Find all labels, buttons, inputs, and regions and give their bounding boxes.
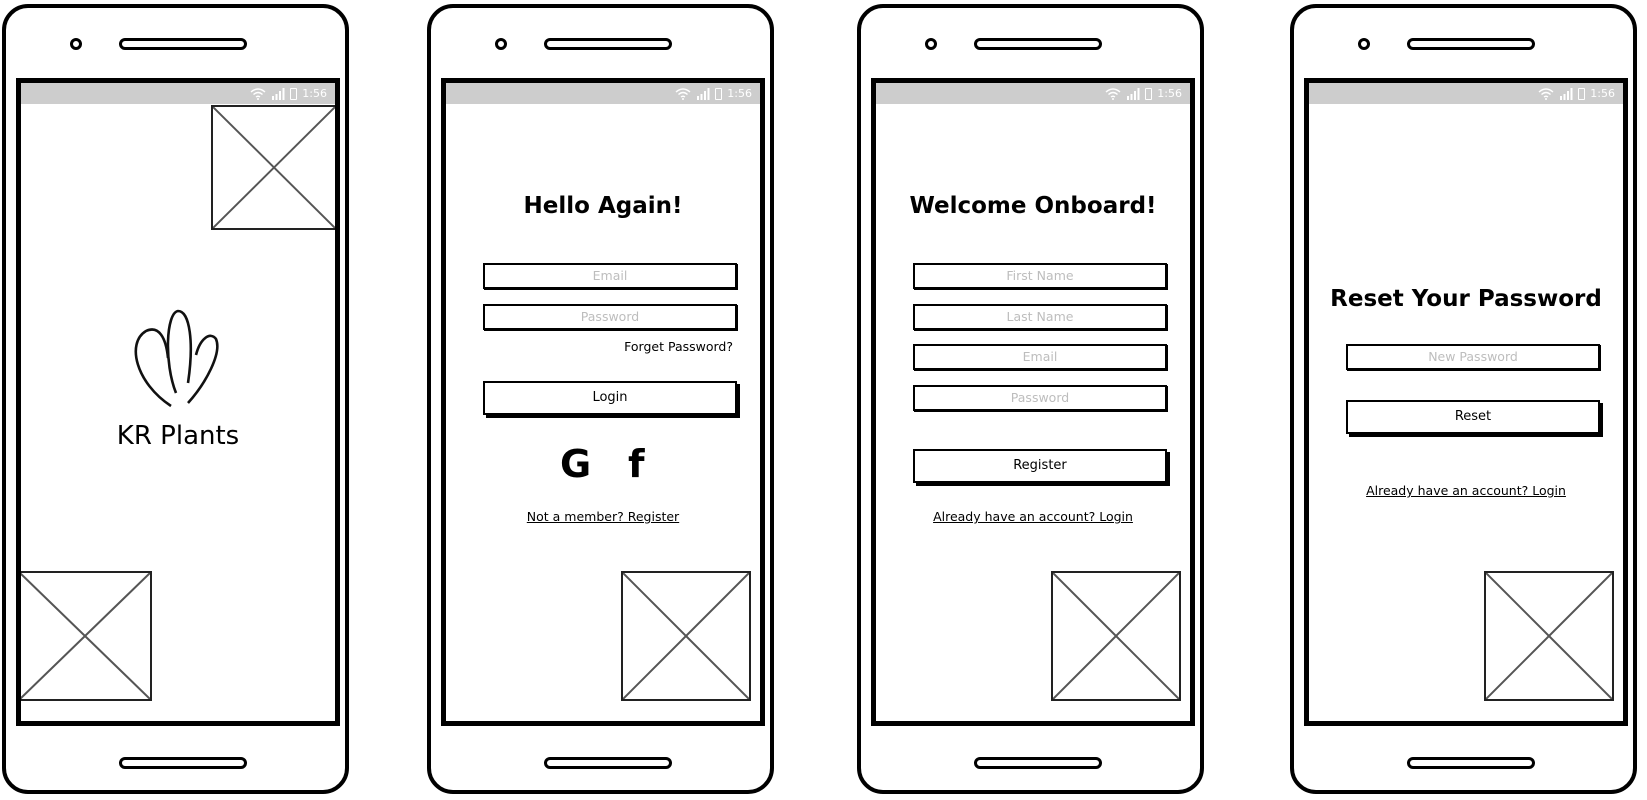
reset-button[interactable]: Reset — [1346, 400, 1600, 434]
speaker-top — [119, 38, 247, 50]
camera — [495, 38, 507, 50]
image-placeholder — [211, 105, 335, 230]
login-link[interactable]: Already have an account? Login — [876, 509, 1190, 524]
status-time: 1:56 — [1157, 87, 1182, 100]
phone-frame-register: 1:56 Welcome Onboard! First Name Last Na… — [857, 4, 1204, 794]
status-bar: 1:56 — [21, 83, 335, 104]
image-placeholder — [621, 571, 751, 701]
screen-splash: 1:56 KR Plants — [16, 78, 340, 726]
image-placeholder — [1051, 571, 1181, 701]
facebook-icon[interactable]: f — [628, 444, 645, 484]
battery-icon — [1145, 87, 1153, 100]
phone-frame-reset: 1:56 Reset Your Password New Password Re… — [1290, 4, 1637, 794]
speaker-bottom — [119, 757, 247, 769]
camera — [925, 38, 937, 50]
signal-icon — [1559, 87, 1573, 100]
page-title: Welcome Onboard! — [909, 193, 1157, 219]
screen-login: 1:56 Hello Again! Email Password Forget … — [441, 78, 765, 726]
speaker-top — [974, 38, 1102, 50]
screen-reset: 1:56 Reset Your Password New Password Re… — [1304, 78, 1628, 726]
status-time: 1:56 — [302, 87, 327, 100]
brand-name: KR Plants — [116, 421, 240, 451]
phone-frame-splash: 1:56 KR Plants — [2, 4, 349, 794]
image-placeholder — [21, 571, 152, 701]
speaker-bottom — [544, 757, 672, 769]
wifi-icon — [250, 87, 266, 100]
wifi-icon — [1105, 87, 1121, 100]
battery-icon — [290, 87, 298, 100]
plant-logo-icon — [126, 303, 226, 413]
camera — [1358, 38, 1370, 50]
wifi-icon — [675, 87, 691, 100]
password-field[interactable]: Password — [483, 304, 737, 330]
email-field[interactable]: Email — [913, 344, 1167, 370]
login-link[interactable]: Already have an account? Login — [1309, 483, 1623, 498]
forget-password-link[interactable]: Forget Password? — [624, 339, 733, 354]
image-placeholder — [1484, 571, 1614, 701]
battery-icon — [715, 87, 723, 100]
page-title: Reset Your Password — [1330, 286, 1602, 312]
wifi-icon — [1538, 87, 1554, 100]
speaker-bottom — [1407, 757, 1535, 769]
battery-icon — [1578, 87, 1586, 100]
email-field[interactable]: Email — [483, 263, 737, 289]
speaker-top — [1407, 38, 1535, 50]
login-button[interactable]: Login — [483, 381, 737, 415]
status-time: 1:56 — [727, 87, 752, 100]
phone-frame-login: 1:56 Hello Again! Email Password Forget … — [427, 4, 774, 794]
google-icon[interactable]: G — [560, 444, 591, 484]
password-field[interactable]: Password — [913, 385, 1167, 411]
register-link[interactable]: Not a member? Register — [446, 509, 760, 524]
screen-register: 1:56 Welcome Onboard! First Name Last Na… — [871, 78, 1195, 726]
status-bar: 1:56 — [876, 83, 1190, 104]
camera — [70, 38, 82, 50]
signal-icon — [696, 87, 710, 100]
speaker-top — [544, 38, 672, 50]
page-title: Hello Again! — [523, 193, 683, 219]
speaker-bottom — [974, 757, 1102, 769]
first-name-field[interactable]: First Name — [913, 263, 1167, 289]
new-password-field[interactable]: New Password — [1346, 344, 1600, 370]
status-bar: 1:56 — [1309, 83, 1623, 104]
last-name-field[interactable]: Last Name — [913, 304, 1167, 330]
signal-icon — [271, 87, 285, 100]
status-bar: 1:56 — [446, 83, 760, 104]
signal-icon — [1126, 87, 1140, 100]
status-time: 1:56 — [1590, 87, 1615, 100]
register-button[interactable]: Register — [913, 449, 1167, 483]
